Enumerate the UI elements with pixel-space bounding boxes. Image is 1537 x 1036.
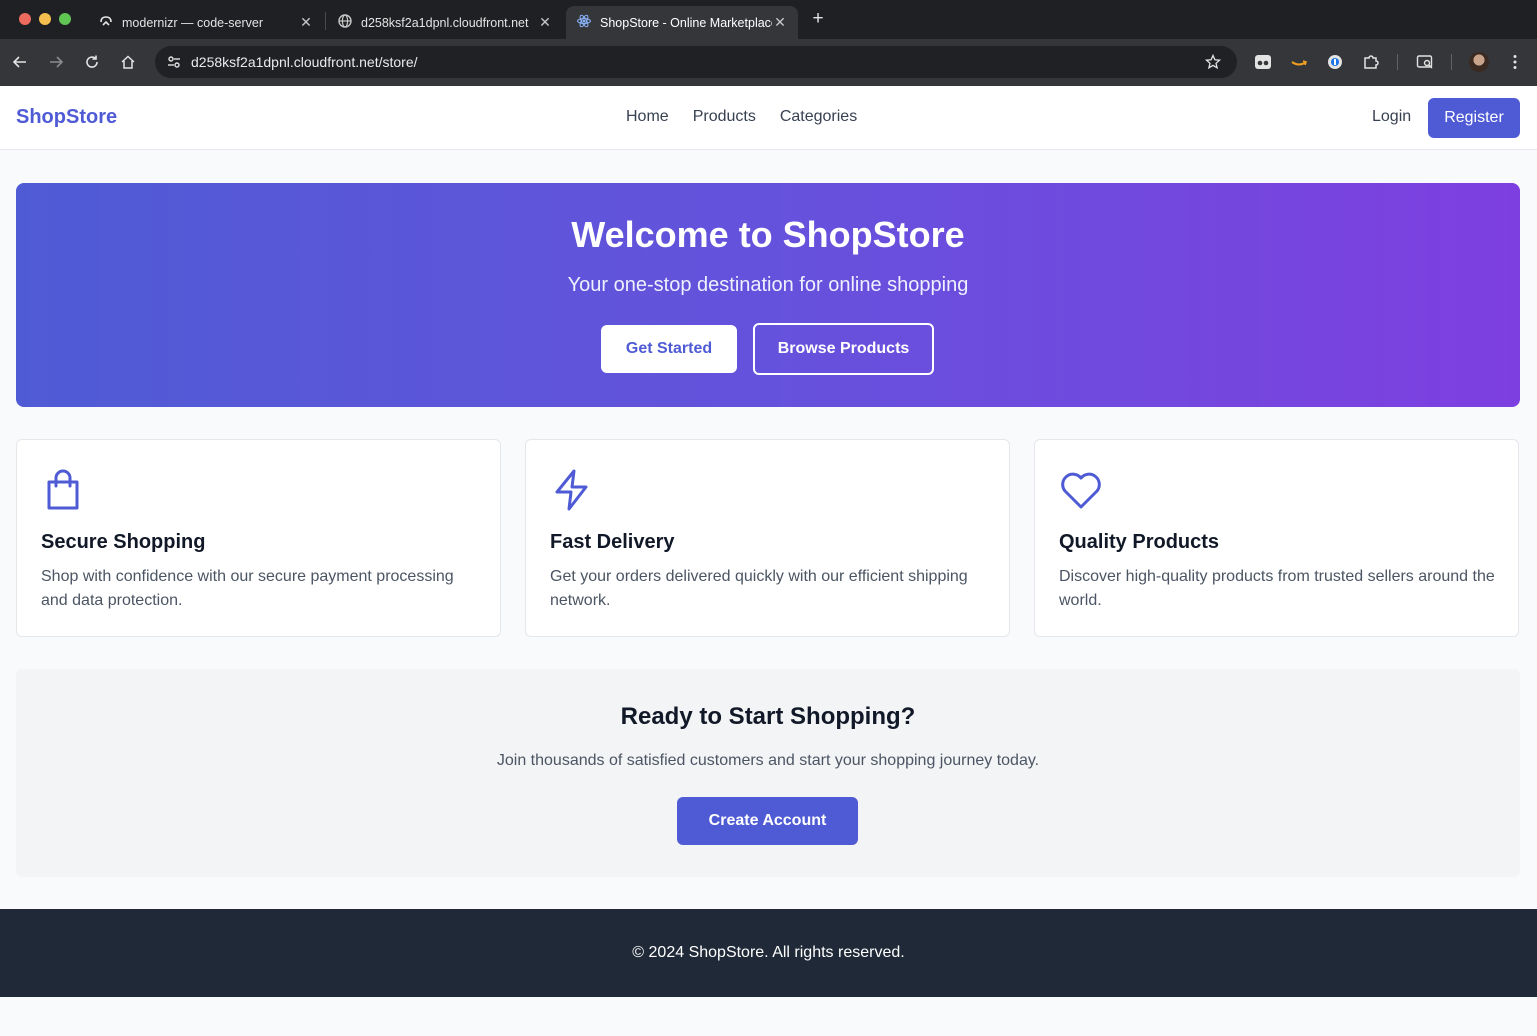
close-icon[interactable]: ✕	[537, 14, 553, 31]
nav-link-categories[interactable]: Categories	[780, 108, 857, 126]
create-account-button[interactable]: Create Account	[677, 797, 858, 845]
register-button[interactable]: Register	[1428, 98, 1520, 138]
code-server-icon	[98, 13, 114, 32]
window-minimize-button[interactable]	[39, 13, 51, 25]
feature-title: Secure Shopping	[41, 531, 206, 553]
toolbar-divider	[1397, 54, 1398, 70]
password-manager-icon[interactable]	[1324, 51, 1346, 73]
hero-banner: Welcome to ShopStore Your one-stop desti…	[16, 183, 1520, 407]
close-icon[interactable]: ✕	[298, 14, 314, 31]
shopping-bag-icon	[41, 468, 85, 512]
browser-tab-strip: modernizr — code-server ✕ d258ksf2a1dpnl…	[0, 0, 1537, 39]
hero-subtitle: Your one-stop destination for online sho…	[567, 274, 969, 296]
feature-card-secure-shopping: Secure Shopping Shop with confidence wit…	[16, 439, 501, 637]
reload-icon[interactable]	[81, 51, 103, 73]
browser-tab-code-server[interactable]: modernizr — code-server ✕	[88, 6, 324, 39]
lightning-bolt-icon	[550, 468, 594, 512]
extensions-puzzle-icon[interactable]	[1360, 51, 1382, 73]
login-link[interactable]: Login	[1372, 108, 1411, 126]
tab-search-icon[interactable]	[1414, 51, 1436, 73]
forward-arrow-icon[interactable]	[45, 51, 67, 73]
tab-title: ShopStore - Online Marketplace	[600, 15, 772, 30]
feature-description: Get your orders delivered quickly with o…	[550, 568, 968, 609]
toolbar-divider	[1451, 54, 1452, 70]
react-icon	[576, 13, 592, 32]
window-close-button[interactable]	[19, 13, 31, 25]
copyright-text: © 2024 ShopStore. All rights reserved.	[632, 944, 905, 961]
cta-title: Ready to Start Shopping?	[620, 703, 916, 730]
heart-icon	[1059, 468, 1103, 512]
back-arrow-icon[interactable]	[9, 51, 31, 73]
nav-links: Home Products Categories	[626, 108, 857, 126]
url-text: d258ksf2a1dpnl.cloudfront.net/store/	[191, 54, 418, 70]
tab-title: d258ksf2a1dpnl.cloudfront.net	[361, 15, 529, 30]
page-content: ShopStore Home Products Categories Login…	[0, 86, 1537, 1036]
amazon-extension-icon[interactable]	[1288, 51, 1310, 73]
browser-toolbar: d258ksf2a1dpnl.cloudfront.net/store/	[0, 39, 1537, 86]
home-icon[interactable]	[117, 51, 139, 73]
extension-glasses-icon[interactable]	[1252, 51, 1274, 73]
brand-logo[interactable]: ShopStore	[16, 106, 117, 129]
tab-title: modernizr — code-server	[122, 15, 264, 30]
feature-title: Fast Delivery	[550, 531, 675, 553]
close-icon[interactable]: ✕	[772, 14, 788, 31]
more-menu-icon[interactable]	[1504, 51, 1526, 73]
cta-text: Join thousands of satisfied customers an…	[496, 752, 1040, 769]
site-footer: © 2024 ShopStore. All rights reserved.	[0, 909, 1537, 997]
hero-title: Welcome to ShopStore	[571, 214, 965, 255]
feature-description: Discover high-quality products from trus…	[1059, 568, 1495, 609]
browse-products-button[interactable]: Browse Products	[753, 323, 934, 375]
site-navbar: ShopStore Home Products Categories Login…	[0, 86, 1537, 150]
nav-link-home[interactable]: Home	[626, 108, 669, 126]
profile-avatar[interactable]	[1469, 52, 1489, 72]
browser-tab-cloudfront[interactable]: d258ksf2a1dpnl.cloudfront.net ✕	[327, 6, 563, 39]
cta-section: Ready to Start Shopping? Join thousands …	[16, 669, 1520, 877]
window-maximize-button[interactable]	[59, 13, 71, 25]
url-host: d258ksf2a1dpnl.cloudfront.net	[191, 54, 379, 70]
feature-description: Shop with confidence with our secure pay…	[41, 568, 454, 609]
site-settings-icon[interactable]	[164, 52, 184, 72]
address-bar[interactable]: d258ksf2a1dpnl.cloudfront.net/store/	[155, 46, 1237, 78]
feature-card-fast-delivery: Fast Delivery Get your orders delivered …	[525, 439, 1010, 637]
browser-tab-shopstore[interactable]: ShopStore - Online Marketplace ✕	[566, 6, 798, 39]
feature-title: Quality Products	[1059, 531, 1220, 553]
globe-icon	[337, 13, 353, 32]
bookmark-star-icon[interactable]	[1203, 52, 1223, 72]
nav-link-products[interactable]: Products	[693, 108, 756, 126]
url-path: /store/	[378, 54, 418, 70]
new-tab-button[interactable]: +	[808, 8, 828, 30]
feature-card-quality-products: Quality Products Discover high-quality p…	[1034, 439, 1519, 637]
get-started-button[interactable]: Get Started	[601, 325, 737, 373]
tab-separator	[325, 12, 326, 30]
